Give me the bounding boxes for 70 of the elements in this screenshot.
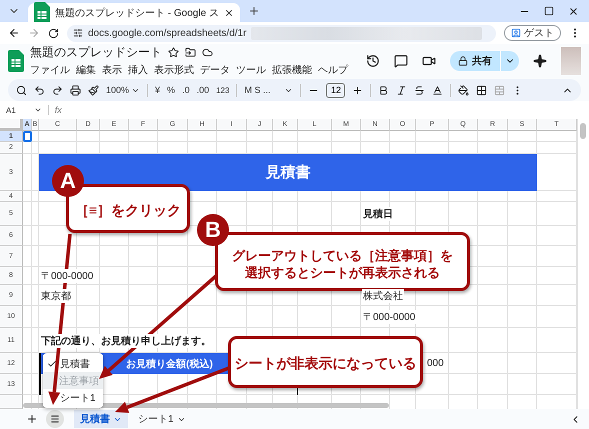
- active-cell[interactable]: [23, 131, 32, 142]
- scrollbar[interactable]: [580, 123, 586, 139]
- borders-icon[interactable]: [476, 84, 488, 96]
- menu-item[interactable]: 表示形式: [154, 63, 194, 77]
- name-box[interactable]: A1: [6, 106, 42, 114]
- menu-item[interactable]: 見積書: [43, 355, 103, 372]
- menu-item[interactable]: 編集: [76, 63, 96, 77]
- search-icon[interactable]: [16, 84, 27, 96]
- url-text: docs.google.com/spreadsheets/d/1r: [88, 28, 246, 38]
- document-title[interactable]: 無題のスプレッドシート: [30, 44, 162, 61]
- menu-item[interactable]: 表示: [102, 63, 122, 77]
- menu-item[interactable]: ツール: [236, 63, 266, 77]
- site-settings-icon[interactable]: [73, 28, 83, 38]
- person-icon: [511, 28, 521, 38]
- cell-text: 東京都: [40, 288, 72, 302]
- add-sheet-icon[interactable]: [26, 413, 38, 425]
- italic-icon[interactable]: [396, 84, 408, 96]
- menu-item[interactable]: 挿入: [128, 63, 148, 77]
- plus-icon[interactable]: [352, 84, 364, 96]
- cell-text: 〒000-0000: [40, 269, 94, 283]
- sheet-tab[interactable]: シート1: [132, 410, 192, 428]
- menu-icon: [50, 414, 60, 424]
- menu-item[interactable]: シート1: [43, 389, 103, 406]
- comment-icon[interactable]: [394, 54, 408, 68]
- share-button[interactable]: 共有: [450, 50, 500, 70]
- increase-decimal-button[interactable]: .00: [196, 85, 210, 95]
- cloud-icon[interactable]: [202, 47, 213, 58]
- text-color-icon[interactable]: [432, 84, 444, 96]
- browser-tab[interactable]: 無題のスプレッドシート - Google ス: [28, 3, 240, 22]
- history-icon[interactable]: [366, 54, 380, 68]
- menu-item[interactable]: 拡張機能: [272, 63, 312, 77]
- folder-icon[interactable]: [185, 47, 196, 58]
- strikethrough-icon[interactable]: [414, 84, 426, 96]
- caret-icon: [34, 106, 42, 114]
- fill-color-icon[interactable]: [458, 84, 470, 96]
- maximize-icon[interactable]: [544, 6, 554, 16]
- callout: シートが非表示になっている: [228, 336, 423, 388]
- cell-text: 見積日: [362, 207, 394, 221]
- sparkle-icon[interactable]: [533, 54, 547, 68]
- paint-format-icon[interactable]: [88, 84, 99, 96]
- percent-button[interactable]: %: [167, 85, 176, 95]
- redo-icon[interactable]: [52, 84, 63, 96]
- font-size-field[interactable]: 12: [326, 82, 346, 98]
- decrease-decimal-button[interactable]: .0: [182, 85, 190, 95]
- profile-button[interactable]: ゲスト: [504, 25, 561, 41]
- number-format-button[interactable]: 123: [216, 86, 230, 94]
- spreadsheet-logo-icon[interactable]: [8, 50, 24, 72]
- font-select[interactable]: M S ...: [244, 85, 294, 95]
- undo-icon[interactable]: [34, 84, 45, 96]
- close-icon[interactable]: [568, 6, 579, 16]
- sheet-tab[interactable]: 見積書: [74, 410, 128, 428]
- back-icon[interactable]: [8, 27, 20, 39]
- print-icon[interactable]: [70, 84, 81, 96]
- zoom-select[interactable]: 100%: [106, 85, 140, 95]
- address-bar[interactable]: docs.google.com/spreadsheets/d/1r: [67, 24, 496, 42]
- bold-icon[interactable]: [378, 84, 390, 96]
- menu-item[interactable]: ヘルプ: [318, 63, 348, 77]
- cell-text: 株式会社: [362, 288, 404, 302]
- menu-item[interactable]: ファイル: [30, 63, 70, 77]
- fx-label: fx: [48, 105, 62, 115]
- plus-icon: [248, 5, 260, 17]
- cell-text: 〒000-0000: [362, 310, 416, 324]
- all-sheets-button[interactable]: [46, 410, 64, 428]
- lock-icon: [458, 56, 468, 66]
- menu-item[interactable]: データ: [200, 63, 230, 77]
- currency-button[interactable]: ¥: [155, 85, 160, 95]
- reload-icon[interactable]: [48, 28, 59, 38]
- close-icon[interactable]: [224, 8, 234, 18]
- star-icon[interactable]: [168, 47, 179, 58]
- cell-text: 000: [426, 358, 445, 369]
